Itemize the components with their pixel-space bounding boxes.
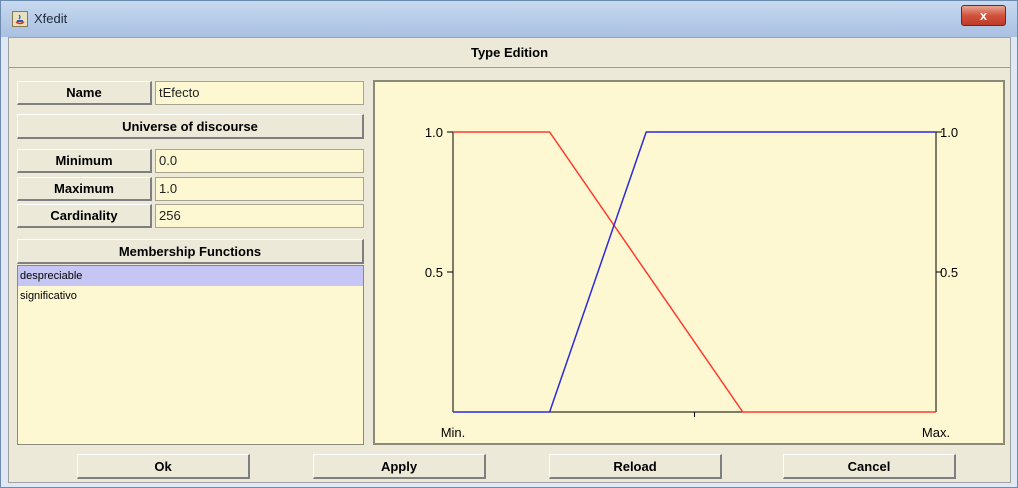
cancel-button[interactable]: Cancel — [783, 454, 956, 479]
close-button[interactable]: x — [961, 5, 1006, 26]
plot-axes — [452, 132, 937, 413]
type-edition-panel: Type Edition Name tEfecto Universe of di… — [8, 37, 1011, 483]
list-item[interactable]: significativo — [18, 286, 363, 306]
apply-button[interactable]: Apply — [313, 454, 486, 479]
cardinality-field[interactable]: 256 — [155, 204, 364, 228]
x-min-label: Min. — [441, 425, 466, 440]
name-button[interactable]: Name — [17, 81, 152, 105]
minimum-field[interactable]: 0.0 — [155, 149, 364, 173]
membership-plot: 1.0 0.5 1.0 0.5 Min. Max. — [373, 80, 1005, 445]
membership-functions-list[interactable]: despreciable significativo — [17, 265, 364, 445]
minimum-button[interactable]: Minimum — [17, 149, 152, 173]
membership-functions-button[interactable]: Membership Functions — [17, 239, 364, 264]
list-item[interactable]: despreciable — [18, 266, 363, 286]
close-icon: x — [979, 8, 988, 23]
name-field[interactable]: tEfecto — [155, 81, 364, 105]
window-title: Xfedit — [34, 11, 68, 26]
xfedit-window: Xfedit x Type Edition Name tEfecto Unive… — [0, 0, 1018, 488]
ticks — [447, 131, 942, 417]
y-tick-label-1-left: 1.0 — [425, 125, 443, 140]
y-tick-label-05-right: 0.5 — [940, 265, 958, 280]
reload-button[interactable]: Reload — [549, 454, 722, 479]
maximum-button[interactable]: Maximum — [17, 177, 152, 201]
membership-chart: 1.0 0.5 1.0 0.5 Min. Max. — [425, 125, 958, 440]
title-bar[interactable]: Xfedit x — [1, 1, 1017, 37]
section-title: Type Edition — [9, 38, 1010, 68]
universe-of-discourse-button[interactable]: Universe of discourse — [17, 114, 364, 139]
membership-series-0 — [453, 131, 936, 413]
maximum-field[interactable]: 1.0 — [155, 177, 364, 201]
cardinality-button[interactable]: Cardinality — [17, 204, 152, 228]
membership-series-1 — [453, 131, 936, 413]
series-group — [453, 131, 936, 413]
java-app-icon — [12, 11, 28, 27]
ok-button[interactable]: Ok — [77, 454, 250, 479]
y-tick-label-1-right: 1.0 — [940, 125, 958, 140]
x-max-label: Max. — [922, 425, 950, 440]
y-tick-label-05-left: 0.5 — [425, 265, 443, 280]
